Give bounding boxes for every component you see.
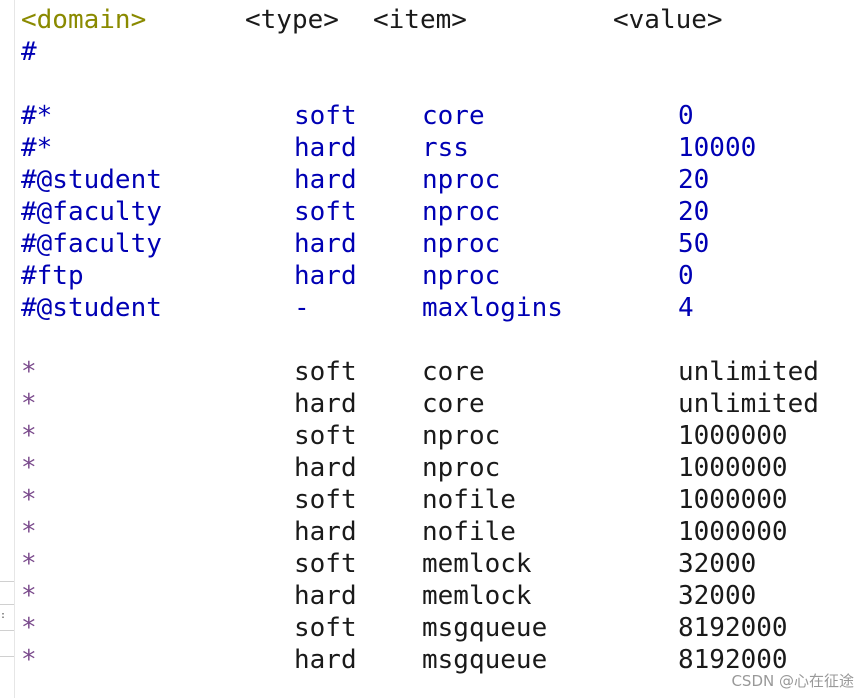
row-value: 1000000 [678,453,788,483]
row-value: 32000 [678,549,757,579]
row-domain: #* [21,101,53,131]
row-domain: * [21,421,37,451]
row-type: hard [294,261,357,291]
row-type: soft [294,485,357,515]
row-type: soft [294,421,357,451]
row-item: nproc [422,165,501,195]
row-type: hard [294,453,357,483]
row-item: core [422,101,485,131]
row-item: nproc [422,197,501,227]
watermark: CSDN @心在征途 [731,672,854,690]
row-item: msgqueue [422,645,548,675]
row-type: soft [294,197,357,227]
header-domain: <domain> [21,5,147,35]
row-domain: * [21,549,37,579]
row-item: nproc [422,453,501,483]
row-item: core [422,357,485,387]
row-type: hard [294,581,357,611]
row-domain: * [21,581,37,611]
limits-row: * hard core unlimited [0,388,868,420]
row-domain: #@student [21,293,162,323]
row-type: hard [294,133,357,163]
limits-row: * soft memlock 32000 [0,548,868,580]
row-type: - [294,293,310,323]
row-item: nproc [422,261,501,291]
row-value: 1000000 [678,485,788,515]
header-item: <item> [373,5,467,35]
limits-row: * soft nofile 1000000 [0,484,868,516]
comment-hash: # [21,37,37,67]
row-value: 20 [678,165,710,195]
comment-line: # [0,36,868,68]
row-type: hard [294,165,357,195]
limits-row: #* hard rss 10000 [0,132,868,164]
row-item: nproc [422,421,501,451]
row-value: 0 [678,261,694,291]
limits-row: #* soft core 0 [0,100,868,132]
row-item: nofile [422,485,516,515]
row-domain: #@faculty [21,229,162,259]
row-domain: #@student [21,165,162,195]
header-line: <domain> <type> <item> <value> [0,4,868,36]
limits-row: #ftp hard nproc 0 [0,260,868,292]
limits-row: * hard nofile 1000000 [0,516,868,548]
row-domain: * [21,613,37,643]
row-domain: #* [21,133,53,163]
limits-row: * soft nproc 1000000 [0,420,868,452]
row-domain: * [21,453,37,483]
row-domain: * [21,389,37,419]
row-item: nofile [422,517,516,547]
row-value: 0 [678,101,694,131]
limits-row: * soft msgqueue 8192000 [0,612,868,644]
row-type: hard [294,229,357,259]
row-item: memlock [422,581,532,611]
row-value: 4 [678,293,694,323]
row-type: hard [294,517,357,547]
row-value: unlimited [678,389,819,419]
row-item: memlock [422,549,532,579]
header-type: <type> [245,5,339,35]
limits-row: #@faculty soft nproc 20 [0,196,868,228]
row-type: hard [294,645,357,675]
row-type: soft [294,101,357,131]
row-type: soft [294,357,357,387]
row-domain: * [21,357,37,387]
row-value: unlimited [678,357,819,387]
text-editor[interactable]: <domain> <type> <item> <value> # #* soft c… [0,0,868,698]
row-domain: #ftp [21,261,84,291]
header-value: <value> [613,5,723,35]
row-type: soft [294,549,357,579]
row-item: rss [422,133,469,163]
row-domain: #@faculty [21,197,162,227]
row-value: 8192000 [678,613,788,643]
row-value: 1000000 [678,517,788,547]
row-item: core [422,389,485,419]
row-domain: * [21,517,37,547]
limits-row: * hard nproc 1000000 [0,452,868,484]
row-domain: * [21,485,37,515]
limits-row: #@faculty hard nproc 50 [0,228,868,260]
limits-row: #@student hard nproc 20 [0,164,868,196]
limits-row: * soft core unlimited [0,356,868,388]
row-value: 1000000 [678,421,788,451]
limits-row: #@student - maxlogins 4 [0,292,868,324]
row-item: nproc [422,229,501,259]
row-item: maxlogins [422,293,563,323]
row-value: 10000 [678,133,757,163]
row-type: soft [294,613,357,643]
row-domain: * [21,645,37,675]
row-type: hard [294,389,357,419]
row-value: 20 [678,197,710,227]
row-value: 50 [678,229,710,259]
limits-row: * hard memlock 32000 [0,580,868,612]
row-item: msgqueue [422,613,548,643]
row-value: 32000 [678,581,757,611]
